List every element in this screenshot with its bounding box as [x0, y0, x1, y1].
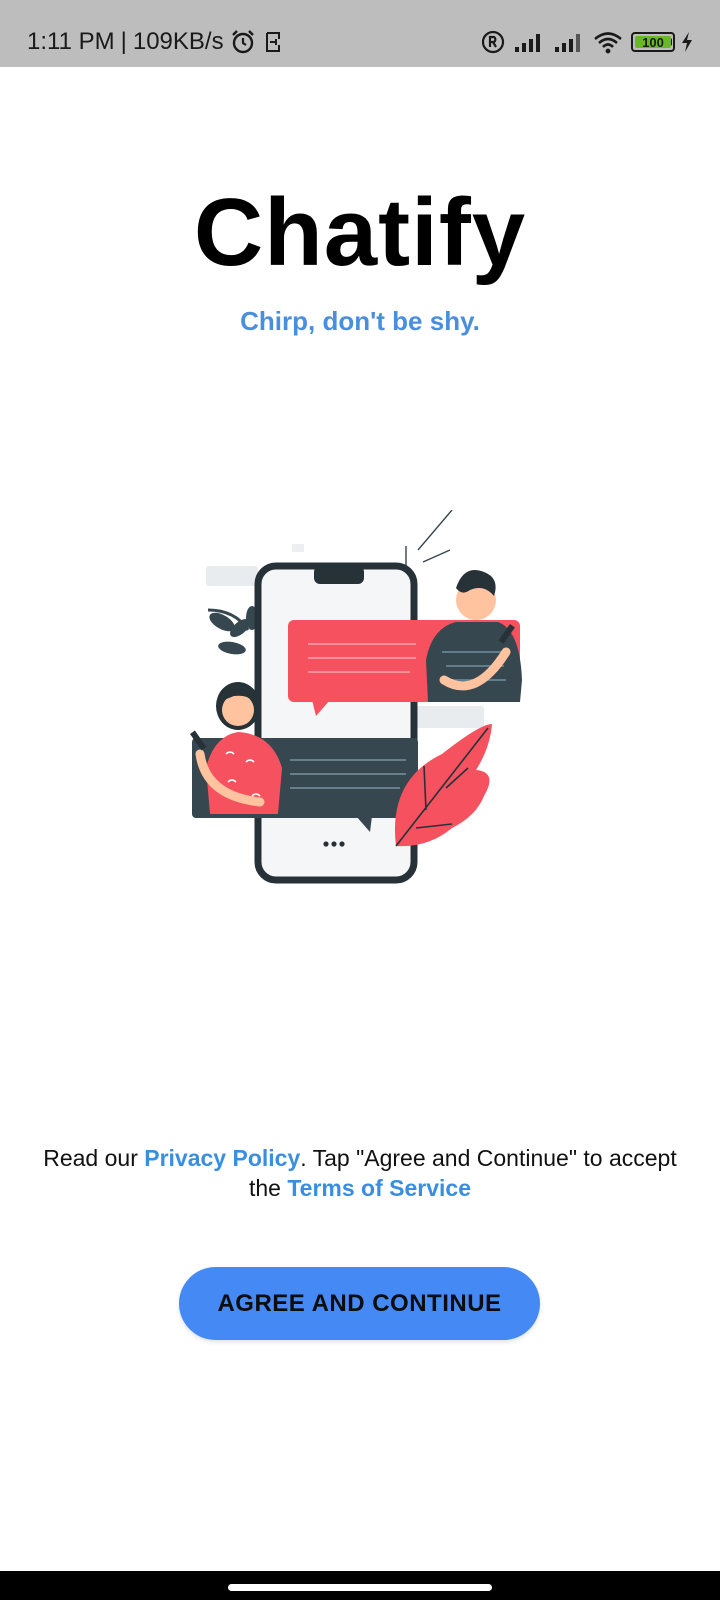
battery-icon: 100 [631, 32, 675, 52]
consent-text: Read our Privacy Policy. Tap "Agree and … [40, 1143, 680, 1203]
signal-icon [513, 31, 545, 53]
status-separator: | [120, 28, 127, 55]
status-bar: 1:11 PM | 109KB/s 100 [0, 0, 720, 67]
status-right: 100 [481, 30, 694, 54]
app-tagline: Chirp, don't be shy. [240, 306, 480, 336]
agree-and-continue-button[interactable]: AGREE AND CONTINUE [179, 1267, 540, 1340]
status-time: 1:11 PM [27, 28, 115, 55]
terms-of-service-link[interactable]: Terms of Service [287, 1175, 471, 1201]
welcome-screen: 1:11 PM | 109KB/s 100 Chatify Chirp, don… [0, 0, 720, 1600]
consent-prefix: Read our [43, 1145, 145, 1171]
registered-icon [481, 30, 505, 54]
charging-icon [680, 31, 694, 53]
alarm-icon [230, 29, 256, 55]
home-indicator[interactable] [228, 1584, 492, 1591]
chat-illustration [180, 509, 540, 890]
sim-icon [262, 30, 284, 54]
battery-level: 100 [642, 34, 664, 50]
status-left: 1:11 PM | 109KB/s [27, 28, 284, 56]
privacy-policy-link[interactable]: Privacy Policy [144, 1145, 300, 1171]
signal-icon [553, 31, 585, 53]
app-title: Chatify [193, 179, 527, 286]
wifi-icon [593, 30, 623, 54]
status-network-speed: 109KB/s [132, 28, 224, 55]
